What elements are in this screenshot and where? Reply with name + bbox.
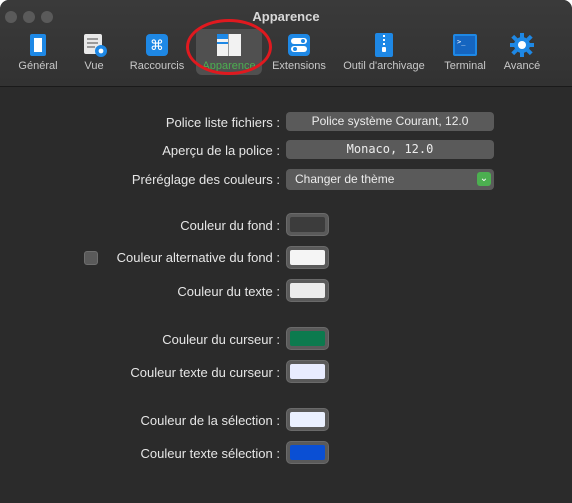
selection-text-color-fill <box>290 445 325 460</box>
terminal-icon: >_ <box>453 34 477 56</box>
tab-label: Outil d'archivage <box>343 60 425 72</box>
tab-label: Extensions <box>272 60 326 72</box>
bg-color-well[interactable] <box>286 213 329 236</box>
appearance-settings: Police liste fichiers : Police système C… <box>0 88 572 503</box>
color-preset-label: Préréglage des couleurs : <box>131 172 280 187</box>
tab-label: Raccourcis <box>129 60 185 72</box>
preferences-window: Apparence Général Vue ⌘ Raccourcis Appar… <box>0 0 572 503</box>
text-color-well[interactable] <box>286 279 329 302</box>
gear-icon <box>510 33 534 57</box>
tab-label: Général <box>18 60 58 72</box>
cursor-text-color-fill <box>290 364 325 379</box>
cursor-color-fill <box>290 331 325 346</box>
tab-label: Avancé <box>503 60 541 72</box>
alt-bg-color-well[interactable] <box>286 246 329 269</box>
tab-label: Vue <box>84 60 104 72</box>
cursor-color-well[interactable] <box>286 327 329 350</box>
tab-view[interactable]: Vue <box>76 31 112 79</box>
svg-text:⌘: ⌘ <box>150 38 164 54</box>
alt-bg-color-label: Couleur alternative du fond : <box>116 250 280 265</box>
bg-color-label: Couleur du fond : <box>180 218 280 233</box>
chevron-down-icon: ⌄ <box>477 172 491 186</box>
tab-advanced[interactable]: Avancé <box>498 31 546 79</box>
selection-text-color-label: Couleur texte sélection : <box>140 446 280 461</box>
font-preview-label: Aperçu de la police : <box>162 143 280 158</box>
general-panel-icon <box>30 34 46 56</box>
text-color-label: Couleur du texte : <box>177 284 280 299</box>
window-title: Apparence <box>252 9 320 24</box>
text-color-fill <box>290 283 325 298</box>
color-preset-value: Changer de thème <box>295 172 395 186</box>
command-key-icon: ⌘ <box>146 34 168 56</box>
tab-extensions[interactable]: Extensions <box>268 31 330 79</box>
annotation-circle <box>186 19 272 75</box>
selection-color-well[interactable] <box>286 408 329 431</box>
selection-color-label: Couleur de la sélection : <box>140 413 280 428</box>
font-preview-button[interactable]: Monaco, 12.0 <box>286 140 494 159</box>
tab-general[interactable]: Général <box>14 31 62 79</box>
view-list-eye-icon <box>84 34 107 57</box>
color-preset-select[interactable]: Changer de thème ⌄ <box>286 169 494 190</box>
bg-color-fill <box>290 217 325 232</box>
toggle-switch-icon <box>288 34 310 56</box>
tab-label: Terminal <box>444 60 486 72</box>
cursor-color-label: Couleur du curseur : <box>162 332 280 347</box>
alt-bg-checkbox[interactable] <box>84 251 98 265</box>
selection-text-color-well[interactable] <box>286 441 329 464</box>
font-list-button[interactable]: Police système Courant, 12.0 <box>286 112 494 131</box>
selection-color-fill <box>290 412 325 427</box>
cursor-text-color-label: Couleur texte du curseur : <box>130 365 280 380</box>
zip-archive-icon <box>375 33 393 57</box>
cursor-text-color-well[interactable] <box>286 360 329 383</box>
tab-terminal[interactable]: >_ Terminal <box>438 31 492 79</box>
svg-text:>_: >_ <box>457 38 466 46</box>
tab-shortcuts[interactable]: ⌘ Raccourcis <box>126 31 188 79</box>
alt-bg-color-fill <box>290 250 325 265</box>
toolbar: Apparence Général Vue ⌘ Raccourcis Appar… <box>0 0 572 87</box>
tab-archive-tool[interactable]: Outil d'archivage <box>336 31 432 79</box>
font-list-label: Police liste fichiers : <box>165 115 280 130</box>
